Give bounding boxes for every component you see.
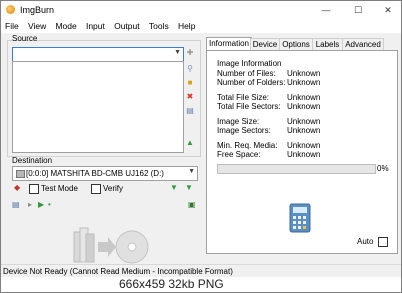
chevron-down-icon[interactable]: ▼ [174, 49, 181, 56]
info-value: Unknown [287, 150, 321, 159]
info-label: Image Sectors: [217, 126, 271, 135]
arrow-right-icon [98, 237, 116, 257]
menu-tools[interactable]: Tools [145, 19, 172, 31]
calculate-icon[interactable]: ▲ [185, 138, 195, 147]
drive-status-icon[interactable]: ▼ [170, 183, 178, 192]
image-caption: 666x459 32kb PNG [1, 277, 401, 292]
source-file-list[interactable] [12, 61, 184, 153]
drive-refresh-icon[interactable]: ▼ [185, 183, 193, 192]
source-label: Source [12, 34, 38, 43]
info-label: Min. Req. Media: [217, 141, 278, 150]
verify-label: Verify [103, 184, 124, 193]
remove-icon[interactable]: ✖ [185, 92, 195, 101]
browse-folder-icon[interactable]: ■ [185, 78, 195, 87]
play-icon[interactable]: ▶ [38, 200, 44, 209]
source-input[interactable]: ▼ [12, 47, 184, 62]
files-icon [73, 227, 95, 263]
info-value: Unknown [287, 102, 321, 111]
minimize-button[interactable]: — [313, 1, 339, 19]
imgburn-app-icon [6, 5, 15, 14]
destination-drive-select[interactable]: [0:0:0] MATSHITA BD-CMB UJ162 (D:) ▼ [12, 166, 198, 181]
auto-checkbox[interactable] [378, 237, 388, 247]
maximize-button[interactable]: ☐ [345, 1, 371, 19]
graph-icon[interactable]: • [48, 200, 51, 209]
info-label: Image Size: [217, 117, 260, 126]
information-panel: Image Information Number of Files: Unkno… [206, 50, 398, 254]
info-value: Unknown [287, 78, 321, 87]
search-file-icon[interactable]: ⚲ [185, 64, 195, 73]
menu-output[interactable]: Output [110, 19, 143, 31]
menu-view[interactable]: View [24, 19, 49, 31]
tab-information[interactable]: Information [206, 37, 252, 51]
window-title: ImgBurn [20, 5, 55, 15]
info-value: Unknown [287, 141, 321, 150]
info-label: Number of Files: [217, 69, 276, 78]
close-button[interactable]: ✕ [375, 1, 401, 19]
status-bar: Device Not Ready (Cannot Read Medium - I… [1, 264, 401, 277]
info-value: Unknown [287, 117, 321, 126]
menu-bar: File View Mode Input Output Tools Help [1, 19, 401, 33]
image-caption-text: 666x459 32kb PNG [119, 277, 224, 291]
test-mode-checkbox[interactable] [29, 184, 39, 194]
tab-bar: Information Device Options Labels Advanc… [206, 37, 398, 51]
properties-icon[interactable]: ▤ [185, 106, 195, 115]
menu-input[interactable]: Input [82, 19, 108, 31]
info-label: Number of Folders: [217, 78, 286, 87]
info-label: Total File Sectors: [217, 102, 281, 111]
arrow-right-icon[interactable]: ▸ [28, 200, 32, 209]
status-text: Device Not Ready (Cannot Read Medium - I… [3, 267, 233, 276]
menu-mode[interactable]: Mode [51, 19, 79, 31]
image-information-heading: Image Information [217, 59, 282, 68]
destination-drive-value: [0:0:0] MATSHITA BD-CMB UJ162 (D:) [26, 169, 164, 178]
menu-help[interactable]: Help [174, 19, 198, 31]
menu-file[interactable]: File [1, 19, 22, 31]
destination-label: Destination [12, 156, 53, 165]
add-file-icon[interactable]: ✚ [185, 48, 195, 57]
progress-bar [217, 164, 376, 174]
right-pane: Information Device Options Labels Advanc… [206, 37, 398, 254]
disc-icon [115, 230, 149, 264]
eject-icon[interactable]: ◆ [14, 183, 20, 192]
monitor-icon[interactable]: ▣ [188, 200, 196, 209]
info-label: Free Space: [217, 150, 261, 159]
verify-checkbox[interactable] [91, 184, 101, 194]
test-mode-label: Test Mode [41, 184, 78, 193]
info-value: Unknown [287, 93, 321, 102]
info-label: Total File Size: [217, 93, 270, 102]
log-icon[interactable]: ▤ [12, 200, 20, 209]
left-pane: Source ▼ ✚ ⚲ ■ ✖ ▤ ▲ Destination [0:0:0]… [4, 34, 201, 264]
info-value: Unknown [287, 69, 321, 78]
drive-icon [16, 170, 25, 178]
imgburn-window: ImgBurn — ☐ ✕ File View Mode Input Outpu… [0, 0, 402, 293]
auto-label: Auto [357, 237, 374, 246]
chevron-down-icon[interactable]: ▼ [188, 168, 195, 175]
calculator-icon [289, 203, 311, 233]
progress-percent: 0% [377, 164, 389, 173]
info-value: Unknown [287, 126, 321, 135]
title-bar: ImgBurn — ☐ ✕ [1, 1, 401, 19]
